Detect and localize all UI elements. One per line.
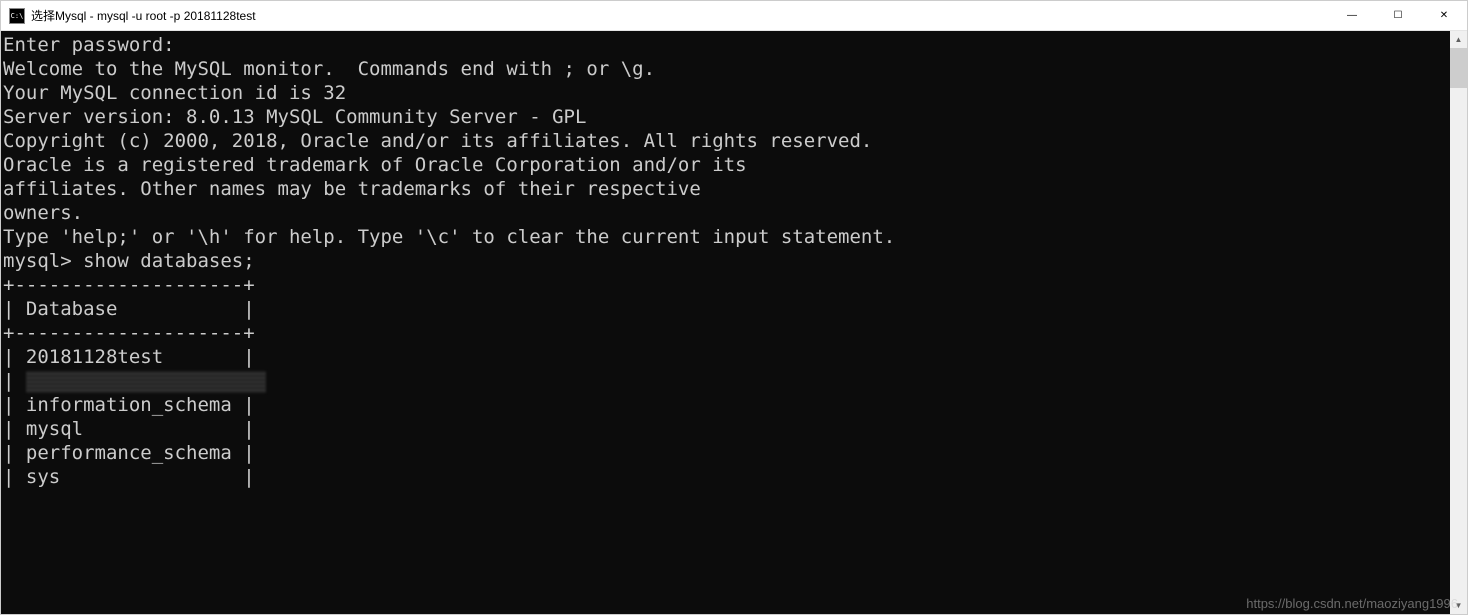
terminal-line: Enter password: [3, 33, 1450, 57]
table-row-redacted: | [3, 369, 1450, 393]
window-controls: — ☐ ✕ [1329, 1, 1467, 30]
table-row: | 20181128test | [3, 345, 1450, 369]
terminal-line: Your MySQL connection id is 32 [3, 81, 1450, 105]
terminal-line: Welcome to the MySQL monitor. Commands e… [3, 57, 1450, 81]
titlebar[interactable]: C:\ 选择Mysql - mysql -u root -p 20181128t… [1, 1, 1467, 31]
minimize-button[interactable]: — [1329, 1, 1375, 30]
terminal-line: Type 'help;' or '\h' for help. Type '\c'… [3, 225, 1450, 249]
scroll-track[interactable] [1450, 48, 1467, 597]
scroll-thumb[interactable] [1450, 48, 1467, 88]
terminal-line: Oracle is a registered trademark of Orac… [3, 153, 1450, 177]
table-row: | sys | [3, 465, 1450, 489]
terminal-output[interactable]: Enter password:Welcome to the MySQL moni… [1, 31, 1450, 614]
table-border: +--------------------+ [3, 273, 1450, 297]
vertical-scrollbar[interactable]: ▲ ▼ [1450, 31, 1467, 614]
table-header: | Database | [3, 297, 1450, 321]
console-area: Enter password:Welcome to the MySQL moni… [1, 31, 1467, 614]
window-title: 选择Mysql - mysql -u root -p 20181128test [31, 7, 1329, 24]
console-window: C:\ 选择Mysql - mysql -u root -p 20181128t… [0, 0, 1468, 615]
terminal-line: Copyright (c) 2000, 2018, Oracle and/or … [3, 129, 1450, 153]
terminal-line: affiliates. Other names may be trademark… [3, 177, 1450, 201]
terminal-line: Server version: 8.0.13 MySQL Community S… [3, 105, 1450, 129]
table-row: | performance_schema | [3, 441, 1450, 465]
table-border: +--------------------+ [3, 321, 1450, 345]
cmd-icon: C:\ [9, 8, 25, 24]
maximize-button[interactable]: ☐ [1375, 1, 1421, 30]
table-row: | information_schema | [3, 393, 1450, 417]
terminal-line: owners. [3, 201, 1450, 225]
terminal-line: mysql> show databases; [3, 249, 1450, 273]
close-button[interactable]: ✕ [1421, 1, 1467, 30]
scroll-up-button[interactable]: ▲ [1450, 31, 1467, 48]
table-row: | mysql | [3, 417, 1450, 441]
watermark-text: https://blog.csdn.net/maoziyang1996 [1246, 596, 1458, 611]
